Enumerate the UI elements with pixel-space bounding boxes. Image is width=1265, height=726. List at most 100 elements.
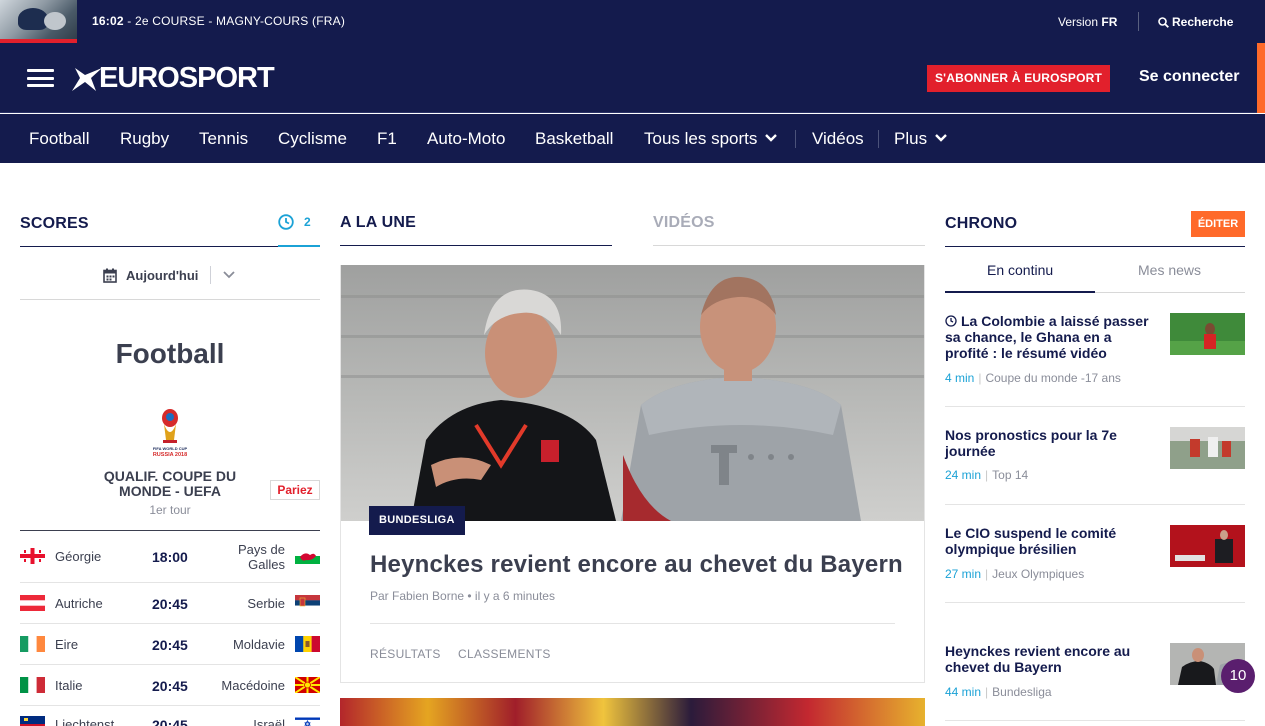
live-filter-underline — [278, 245, 320, 247]
live-thumbnail[interactable] — [0, 0, 77, 43]
clock-icon — [945, 315, 957, 327]
nav-item-auto-moto[interactable]: Auto-Moto — [427, 129, 505, 149]
news-item[interactable]: La Colombie a laissé passer sa chance, l… — [945, 313, 1245, 393]
live-filter[interactable]: 2 — [278, 214, 311, 230]
nav-divider — [878, 130, 879, 148]
scores-rule — [20, 246, 320, 247]
match-row[interactable]: Italie 20:45 Macédoine — [20, 664, 320, 705]
news-item[interactable]: Heynckes revient encore au chevet du Bay… — [945, 643, 1245, 703]
news-meta: 44 min | Bundesliga — [945, 685, 1052, 699]
divider — [945, 720, 1245, 721]
tab-en-continu[interactable]: En continu — [987, 262, 1053, 278]
svg-text:RUSSIA 2018: RUSSIA 2018 — [153, 452, 187, 458]
tab-a-la-une[interactable]: A LA UNE — [340, 214, 416, 232]
article-image[interactable] — [340, 698, 925, 726]
main-nav: Football Rugby Tennis Cyclisme F1 Auto-M… — [0, 114, 1265, 163]
home-team: Italie — [55, 678, 83, 693]
tab-videos[interactable]: VIDÉOS — [653, 214, 715, 232]
match-row[interactable]: Eire 20:45 Moldavie — [20, 623, 320, 664]
nav-item-football[interactable]: Football — [29, 129, 89, 149]
calendar-icon — [103, 268, 117, 283]
tab-underline — [340, 245, 612, 246]
subscribe-button[interactable]: S'ABONNER À EUROSPORT — [927, 65, 1110, 92]
nav-item-f1[interactable]: F1 — [377, 129, 397, 149]
search-button[interactable]: Recherche — [1158, 15, 1233, 29]
liechtenstein-flag-icon — [20, 716, 45, 726]
away-team: Pays de Galles — [238, 542, 285, 572]
moldova-flag-icon — [295, 636, 320, 652]
side-tab[interactable] — [1257, 43, 1265, 113]
nav-item-videos[interactable]: Vidéos — [812, 129, 864, 149]
news-thumbnail — [1170, 525, 1245, 567]
georgia-flag-icon — [20, 548, 45, 564]
wales-flag-icon — [295, 548, 320, 564]
news-title: Nos pronostics pour la 7e journée — [945, 427, 1117, 459]
away-team: Macédoine — [221, 678, 285, 693]
match-time: 18:00 — [152, 549, 188, 565]
tab-mes-news[interactable]: Mes news — [1138, 262, 1201, 278]
away-team: Serbie — [247, 596, 285, 611]
nav-item-cyclisme[interactable]: Cyclisme — [278, 129, 347, 149]
results-link[interactable]: RÉSULTATS — [370, 647, 441, 661]
version-selector[interactable]: Version FR — [1058, 15, 1117, 29]
clock-icon — [278, 214, 294, 230]
tab-underline — [1095, 292, 1245, 293]
nav-item-plus[interactable]: Plus — [894, 129, 947, 149]
eurosport-logo[interactable]: EUROSPORT — [72, 62, 275, 94]
news-title: Le CIO suspend le comité olympique brési… — [945, 525, 1117, 557]
tab-underline — [945, 291, 1095, 293]
divider — [945, 406, 1245, 407]
nav-divider — [795, 130, 796, 148]
competition-round: 1er tour — [149, 503, 191, 517]
israel-flag-icon — [295, 716, 320, 726]
chevron-down-icon — [223, 271, 236, 279]
date-selector[interactable]: Aujourd'hui — [103, 266, 236, 284]
news-title: La Colombie a laissé passer sa chance, l… — [945, 313, 1149, 361]
news-meta: 4 min | Coupe du monde -17 ans — [945, 371, 1121, 385]
scores-title: SCORES — [20, 215, 89, 232]
date-label: Aujourd'hui — [126, 267, 199, 283]
sport-heading: Football — [115, 338, 225, 369]
news-item[interactable]: Le CIO suspend le comité olympique brési… — [945, 525, 1245, 585]
nav-item-tennis[interactable]: Tennis — [199, 129, 248, 149]
chrono-title: CHRONO — [945, 215, 1018, 232]
news-meta: 24 min | Top 14 — [945, 468, 1029, 482]
competition-name[interactable]: QUALIF. COUPE DU MONDE - UEFA — [88, 469, 252, 499]
home-team: Eire — [55, 637, 79, 652]
menu-icon[interactable] — [27, 69, 54, 87]
match-time: 20:45 — [152, 678, 188, 694]
serbia-flag-icon — [295, 595, 320, 611]
chevron-down-icon — [935, 134, 947, 142]
live-event-text[interactable]: 16:02 - 2e COURSE - MAGNY-COURS (FRA) — [92, 14, 345, 28]
bet-button[interactable]: Pariez — [270, 480, 320, 500]
hero-article[interactable] — [340, 265, 925, 683]
hero-image — [341, 265, 924, 521]
match-time: 20:45 — [152, 637, 188, 653]
hero-meta: Par Fabien Borne • il y a 6 minutes — [370, 589, 555, 603]
tab-underline — [653, 245, 925, 246]
austria-flag-icon — [20, 595, 45, 611]
chevron-down-icon — [765, 134, 778, 142]
news-thumbnail — [1170, 313, 1245, 355]
rankings-link[interactable]: CLASSEMENTS — [458, 647, 551, 661]
divider — [370, 623, 895, 624]
ireland-flag-icon — [20, 636, 45, 652]
site-header: EUROSPORT S'ABONNER À EUROSPORT Se conne… — [0, 43, 1265, 113]
hero-title[interactable]: Heynckes revient encore au chevet du Bay… — [370, 551, 903, 579]
match-row[interactable]: Liechtenst... 20:45 Israël — [20, 705, 320, 726]
divider — [945, 504, 1245, 505]
nav-item-rugby[interactable]: Rugby — [120, 129, 169, 149]
notification-badge[interactable]: 10 — [1221, 659, 1255, 693]
news-meta: 27 min | Jeux Olympiques — [945, 567, 1085, 581]
login-link[interactable]: Se connecter — [1139, 68, 1239, 86]
live-bar: 16:02 - 2e COURSE - MAGNY-COURS (FRA) Ve… — [0, 0, 1265, 43]
away-team: Israël — [253, 717, 285, 726]
match-time: 20:45 — [152, 596, 188, 612]
nav-item-all-sports[interactable]: Tous les sports — [644, 129, 778, 149]
category-tag[interactable]: BUNDESLIGA — [369, 506, 465, 535]
match-row[interactable]: Géorgie 18:00 Pays de Galles — [20, 531, 320, 582]
edit-button[interactable]: ÉDITER — [1191, 211, 1245, 237]
match-row[interactable]: Autriche 20:45 Serbie — [20, 582, 320, 623]
nav-item-basketball[interactable]: Basketball — [535, 129, 613, 149]
news-item[interactable]: Nos pronostics pour la 7e journée 24 min… — [945, 427, 1245, 487]
